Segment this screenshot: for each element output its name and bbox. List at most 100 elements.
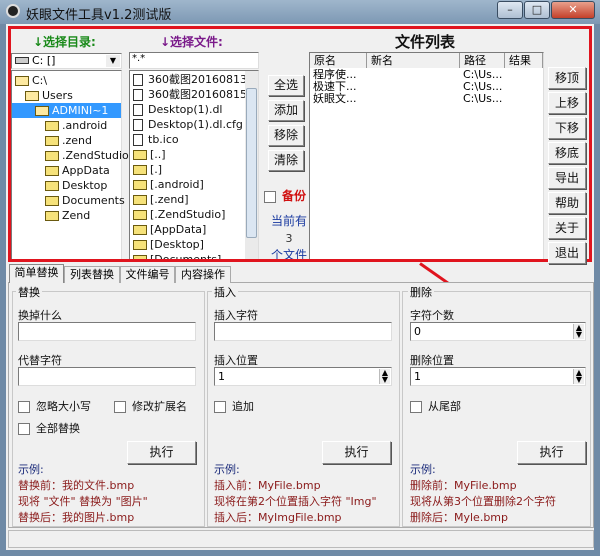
tab-2[interactable]: 文件编号 <box>120 266 175 283</box>
file-name: [.zend] <box>150 193 189 206</box>
delete-position-spinner[interactable]: 1 ▲ ▼ <box>410 367 586 386</box>
insert-example-line: 插入后：MyImgFile.bmp <box>214 511 342 524</box>
file-item[interactable]: [.zend] <box>130 192 246 207</box>
directory-tree[interactable]: C:\ Users ADMINI~1 .android .zend .ZendStudio… <box>11 70 129 260</box>
file-count: 3 <box>285 232 293 245</box>
label: 0 <box>414 325 421 338</box>
close-button[interactable]: ✕ <box>551 1 595 19</box>
replace-with-input[interactable] <box>18 367 196 386</box>
mid-button-2[interactable]: 移除 <box>268 125 304 146</box>
table-row[interactable]: 妖眼文... C:\Us... <box>310 93 543 105</box>
scrollbar-thumb[interactable] <box>246 88 257 238</box>
mid-button-0[interactable]: 全选 <box>268 75 304 96</box>
mid-button-1[interactable]: 添加 <box>268 100 304 121</box>
mid-button-3[interactable]: 清除 <box>268 150 304 171</box>
file-item[interactable]: [Desktop] <box>130 237 246 252</box>
directory-item[interactable]: AppData <box>12 163 121 178</box>
directory-item[interactable]: .ZendStudio <box>12 148 129 163</box>
directory-item[interactable]: Zend <box>12 208 121 223</box>
file-list-scrollbar[interactable] <box>245 71 258 259</box>
directory-name: .zend <box>62 134 92 147</box>
file-item[interactable]: [.ZendStudio] <box>130 207 246 222</box>
file-item[interactable]: Desktop(1).dl <box>130 102 246 117</box>
label: 从尾部 <box>428 400 461 413</box>
directory-item[interactable]: Documents <box>12 193 125 208</box>
spinner-arrows-icon[interactable]: ▲ ▼ <box>573 369 584 384</box>
append-checkbox[interactable]: 追加 <box>214 398 254 414</box>
tab-1[interactable]: 列表替换 <box>64 266 120 283</box>
folder-icon <box>45 181 59 191</box>
file-filter-input[interactable]: *.* <box>129 52 259 69</box>
file-list[interactable]: 360截图2016081316 360截图2016081514 Desktop(1)… <box>129 70 259 260</box>
right-button-7[interactable]: 退出 <box>548 242 586 264</box>
insert-position-spinner[interactable]: 1 ▲ ▼ <box>214 367 392 386</box>
tab-0[interactable]: 简单替换 <box>9 264 64 283</box>
insert-chars-input[interactable] <box>214 322 392 341</box>
directory-item[interactable]: .zend <box>12 133 121 148</box>
file-item[interactable]: [..] <box>130 147 246 162</box>
directory-item[interactable]: Users <box>12 88 121 103</box>
directory-name: .ZendStudio <box>62 149 129 162</box>
column-header-new[interactable]: 新名 <box>367 53 460 68</box>
file-item[interactable]: Desktop(1).dl.cfg <box>130 117 246 132</box>
replace-execute-button[interactable]: 执行 <box>127 441 196 464</box>
file-item[interactable]: 360截图2016081514 <box>130 87 246 102</box>
directory-item[interactable]: C:\ <box>12 73 121 88</box>
right-button-5[interactable]: 帮助 <box>548 192 586 214</box>
folder-icon <box>133 225 147 235</box>
right-button-4[interactable]: 导出 <box>548 167 586 189</box>
column-header-result[interactable]: 结果 <box>505 53 543 68</box>
delete-example-line: 删除前：MyFile.bmp <box>410 479 517 492</box>
find-label: 换掉什么 <box>18 309 62 322</box>
replace-example-line: 现将 "文件" 替换为 "图片" <box>18 495 148 508</box>
file-item[interactable]: [.android] <box>130 177 246 192</box>
folder-icon <box>133 255 147 259</box>
file-item[interactable]: [.] <box>130 162 246 177</box>
ignore-case-checkbox[interactable]: 忽略大小写 <box>18 398 91 414</box>
right-button-3[interactable]: 移底 <box>548 142 586 164</box>
from-end-checkbox[interactable]: 从尾部 <box>410 398 461 414</box>
right-button-6[interactable]: 关于 <box>548 217 586 239</box>
drive-select[interactable]: C: [] ▼ <box>11 53 122 69</box>
replace-all-checkbox[interactable]: 全部替换 <box>18 420 80 436</box>
file-item[interactable]: 360截图2016081316 <box>130 72 246 87</box>
insert-example-line: 插入前：MyFile.bmp <box>214 479 321 492</box>
right-button-2[interactable]: 下移 <box>548 117 586 139</box>
delete-execute-button[interactable]: 执行 <box>517 441 586 464</box>
replace-example-heading: 示例: <box>18 463 44 476</box>
file-name: [.android] <box>150 178 204 191</box>
file-item[interactable]: [AppData] <box>130 222 246 237</box>
file-item[interactable]: [Documents] <box>130 252 246 259</box>
right-button-0[interactable]: 移顶 <box>548 67 586 89</box>
directory-item[interactable]: .android <box>12 118 121 133</box>
modify-extension-checkbox[interactable]: 修改扩展名 <box>114 398 187 414</box>
app-icon <box>6 4 20 18</box>
replace-example-line: 替换前：我的文件.bmp <box>18 479 135 492</box>
directory-name: ADMINI~1 <box>52 104 109 117</box>
maximize-button[interactable]: □ <box>524 1 550 19</box>
insert-execute-button[interactable]: 执行 <box>322 441 391 464</box>
directory-item[interactable]: ADMINI~1 <box>12 103 121 118</box>
spinner-arrows-icon[interactable]: ▲ ▼ <box>573 324 584 339</box>
folder-icon <box>25 91 39 101</box>
column-header-path[interactable]: 路径 <box>460 53 505 68</box>
tab-3[interactable]: 内容操作 <box>175 266 231 283</box>
rename-listview[interactable]: 原名 新名 路径 结果 程序使... C:\Us... 极速下... C:\Us...… <box>309 52 544 262</box>
chevron-down-icon[interactable]: ▼ <box>106 55 120 67</box>
column-header-original[interactable]: 原名 <box>310 53 367 68</box>
replace-with-label: 代替字符 <box>18 354 62 367</box>
find-input[interactable] <box>18 322 196 341</box>
directory-item[interactable]: Desktop <box>12 178 121 193</box>
right-button-1[interactable]: 上移 <box>548 92 586 114</box>
insert-example-heading: 示例: <box>214 463 240 476</box>
folder-icon <box>45 166 59 176</box>
file-name: [AppData] <box>150 223 207 236</box>
backup-checkbox[interactable]: 备份 <box>264 187 306 204</box>
drive-icon <box>15 57 29 64</box>
delete-count-spinner[interactable]: 0 ▲ ▼ <box>410 322 586 341</box>
delete-example-heading: 示例: <box>410 463 436 476</box>
file-name: tb.ico <box>148 133 179 146</box>
spinner-arrows-icon[interactable]: ▲ ▼ <box>379 369 390 384</box>
file-item[interactable]: tb.ico <box>130 132 246 147</box>
minimize-button[interactable]: – <box>497 1 523 19</box>
